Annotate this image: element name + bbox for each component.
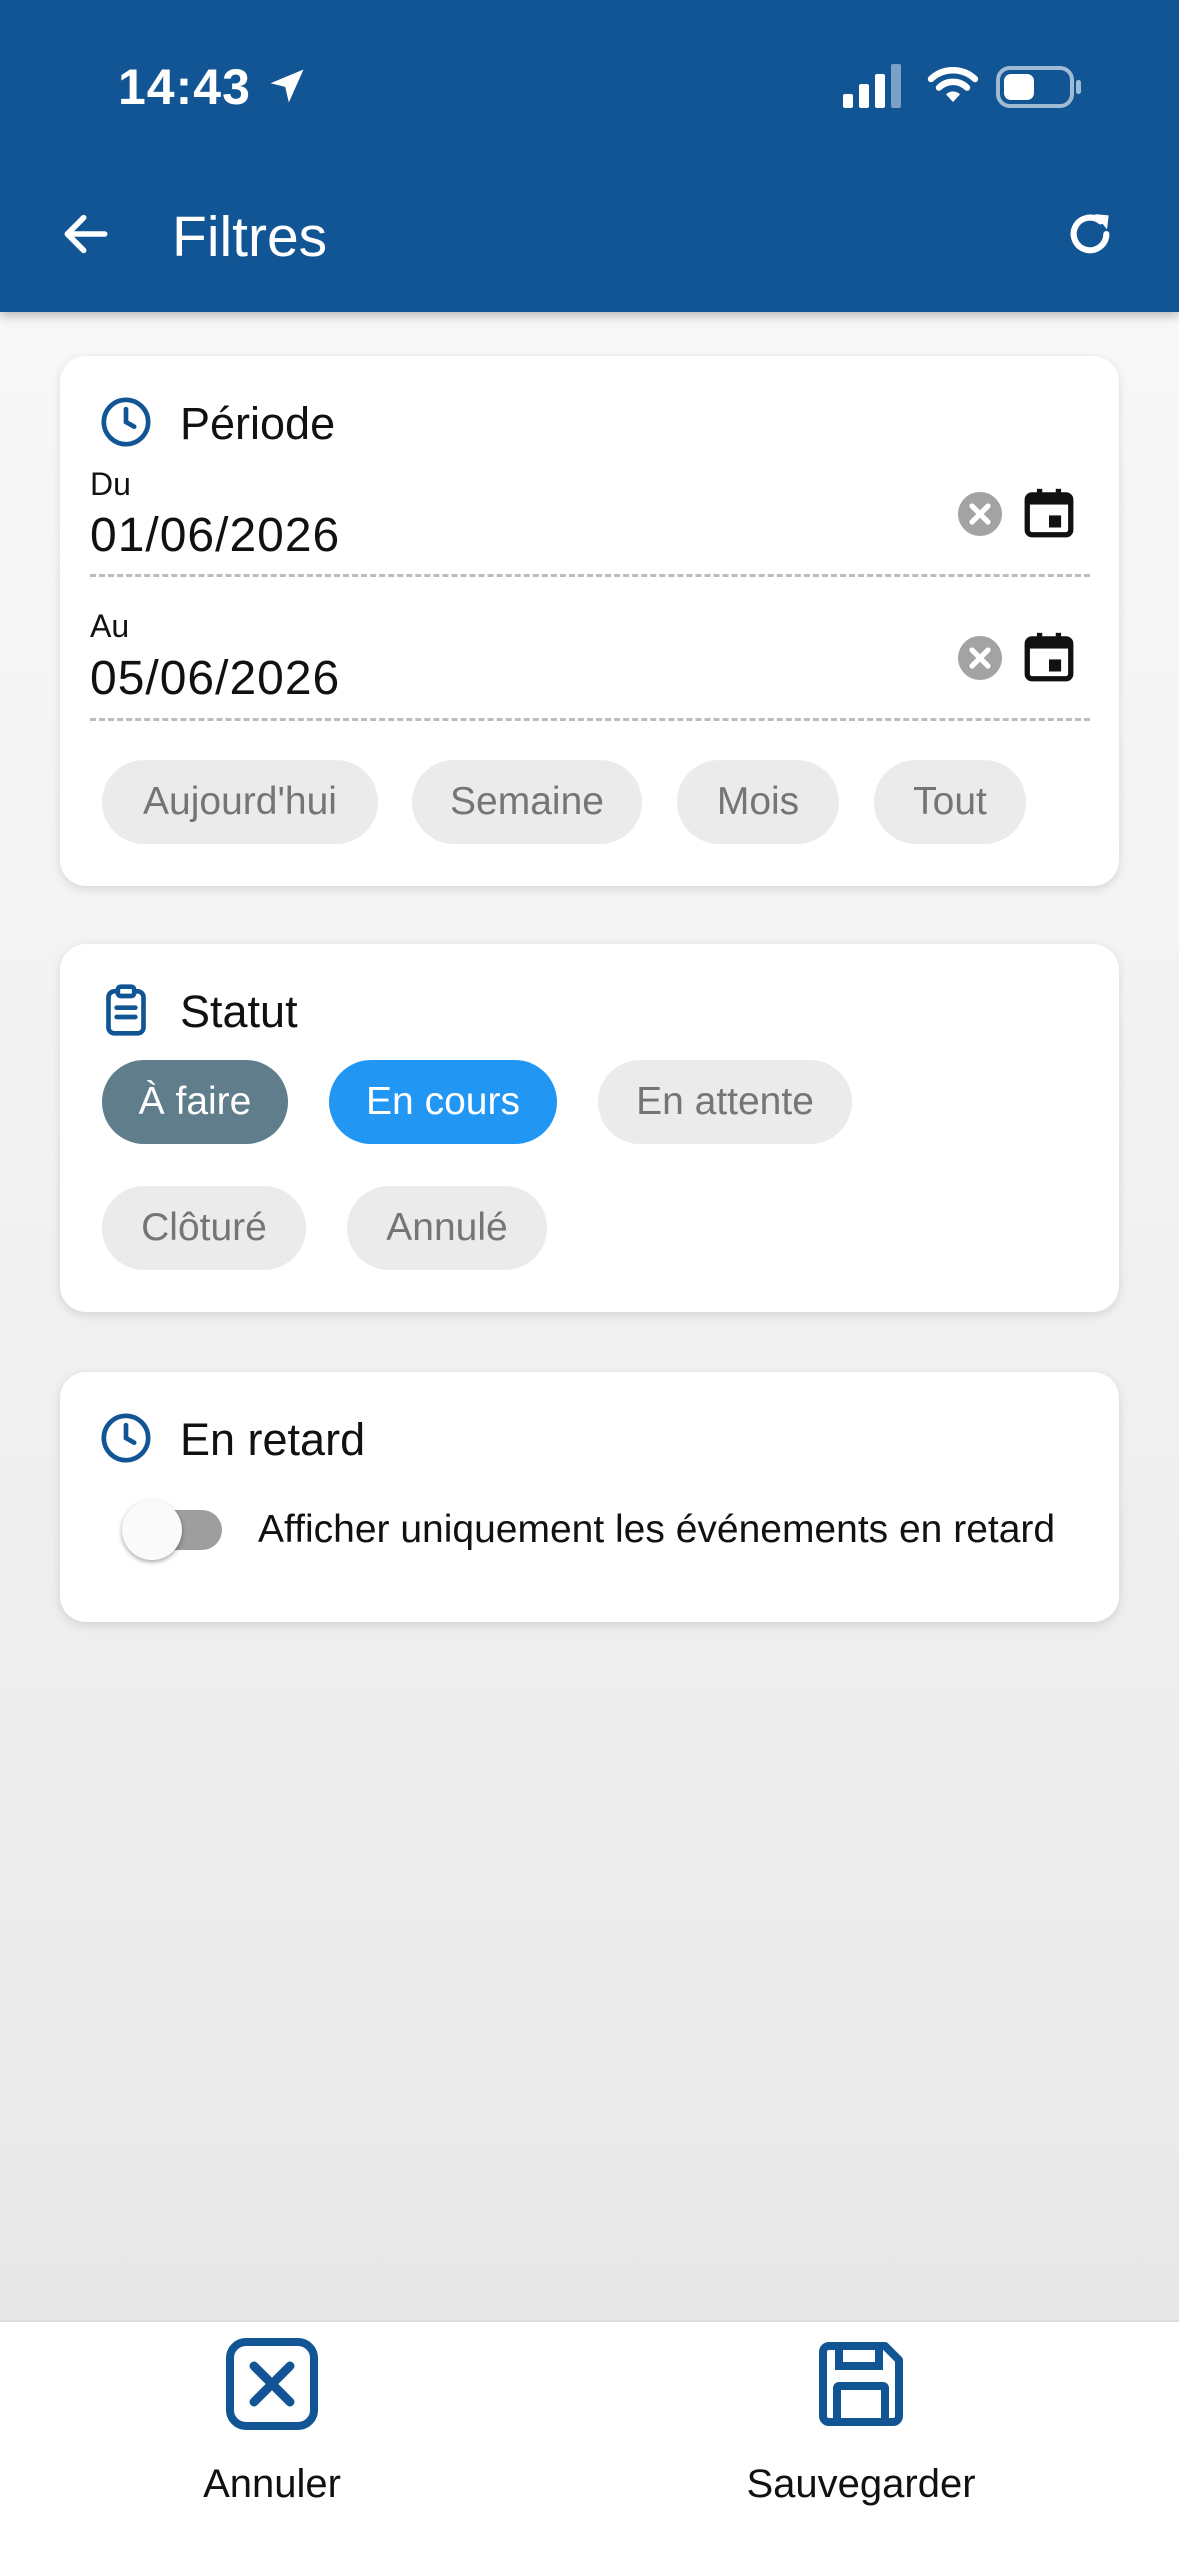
date-to-label: Au xyxy=(90,608,130,644)
cellular-signal-icon xyxy=(843,64,901,108)
period-title: Période xyxy=(180,398,336,449)
period-card: Période Du 01/06/2026 Au 05/06/2026 Aujo… xyxy=(60,356,1119,886)
save-floppy-icon xyxy=(819,2342,903,2426)
preset-today-chip[interactable]: Aujourd'hui xyxy=(102,760,378,844)
date-from-underline xyxy=(90,574,1090,577)
clear-date-to-icon[interactable] xyxy=(956,634,1004,682)
cancel-x-icon xyxy=(226,2338,318,2430)
clipboard-icon xyxy=(106,984,146,1036)
status-chip-waiting[interactable]: En attente xyxy=(598,1060,852,1144)
page-title: Filtres xyxy=(172,205,328,269)
preset-month-chip[interactable]: Mois xyxy=(677,760,839,844)
toggle-knob xyxy=(122,1500,182,1560)
back-arrow-icon[interactable] xyxy=(58,206,114,262)
date-to-underline xyxy=(90,718,1090,721)
app-bar: 14:43 Filtres xyxy=(0,0,1179,312)
bottom-bar: Annuler Sauvegarder xyxy=(0,2320,1179,2556)
status-time: 14:43 xyxy=(118,59,251,115)
clock-icon xyxy=(101,1413,151,1463)
late-only-toggle[interactable] xyxy=(122,1500,222,1560)
clear-date-from-icon[interactable] xyxy=(956,490,1004,538)
clock-icon xyxy=(101,397,151,447)
late-card: En retard Afficher uniquement les événem… xyxy=(60,1372,1119,1622)
cancel-label: Annuler xyxy=(203,2462,341,2506)
status-chip-in-progress[interactable]: En cours xyxy=(329,1060,557,1144)
battery-icon xyxy=(996,66,1081,108)
date-from-label: Du xyxy=(90,466,131,502)
wifi-icon xyxy=(927,67,979,102)
status-title: Statut xyxy=(180,986,298,1037)
date-to-field[interactable]: 05/06/2026 xyxy=(90,651,340,706)
location-arrow-icon xyxy=(270,69,304,103)
calendar-to-icon[interactable] xyxy=(1020,628,1078,686)
status-chip-cancelled[interactable]: Annulé xyxy=(347,1186,547,1270)
status-card: Statut À faire En cours En attente Clôtu… xyxy=(60,944,1119,1312)
save-label: Sauvegarder xyxy=(746,2462,976,2506)
refresh-icon[interactable] xyxy=(1062,206,1118,262)
calendar-from-icon[interactable] xyxy=(1020,484,1078,542)
cancel-button[interactable]: Annuler xyxy=(122,2336,422,2526)
date-from-field[interactable]: 01/06/2026 xyxy=(90,508,340,563)
late-only-label: Afficher uniquement les événements en re… xyxy=(258,1508,1056,1551)
status-chip-todo[interactable]: À faire xyxy=(102,1060,288,1144)
late-title: En retard xyxy=(180,1414,366,1465)
preset-week-chip[interactable]: Semaine xyxy=(412,760,642,844)
preset-all-chip[interactable]: Tout xyxy=(874,760,1026,844)
save-button[interactable]: Sauvegarder xyxy=(711,2336,1011,2526)
status-chip-closed[interactable]: Clôturé xyxy=(102,1186,306,1270)
